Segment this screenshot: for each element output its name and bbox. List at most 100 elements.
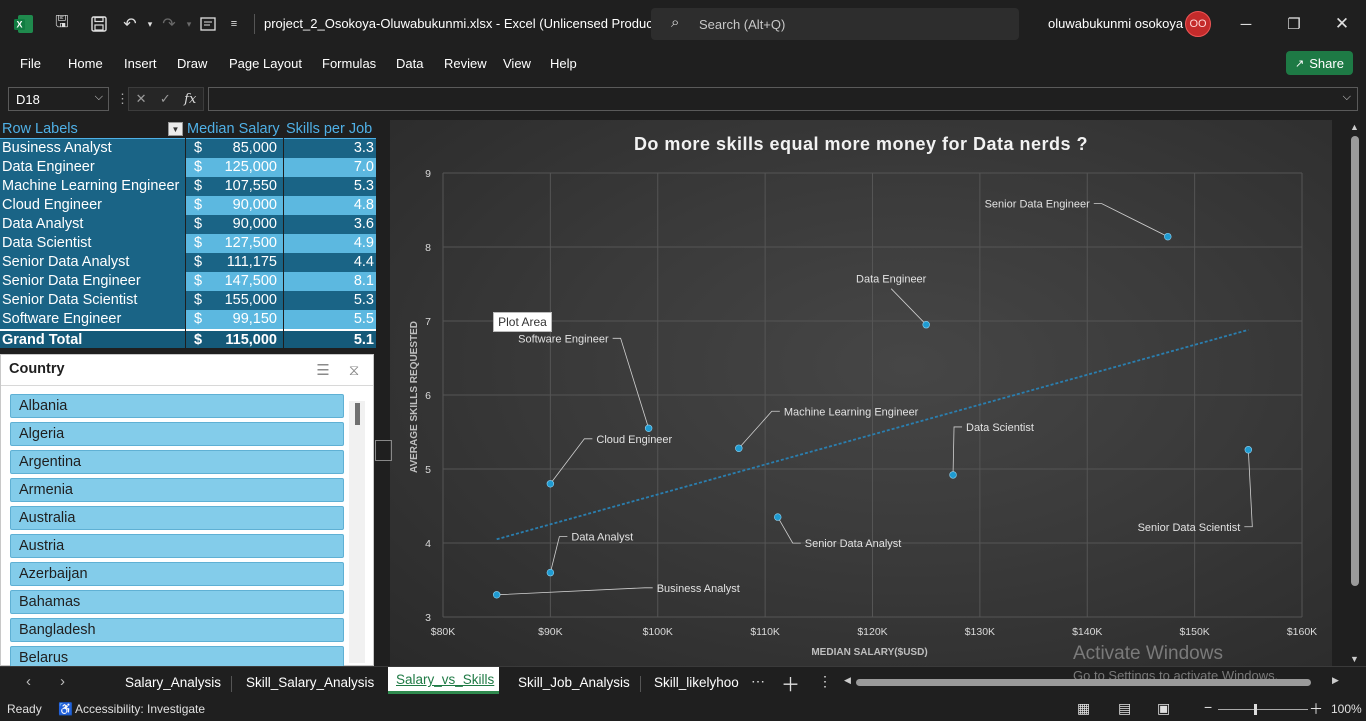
- data-point[interactable]: [644, 424, 653, 432]
- pivot-row[interactable]: Senior Data Analyst $111,175 4.4: [0, 253, 376, 272]
- pivot-row[interactable]: Senior Data Scientist $155,000 5.3: [0, 291, 376, 310]
- sheet-options-icon[interactable]: ⋮: [818, 673, 832, 690]
- slicer-scrollbar[interactable]: [349, 401, 365, 663]
- search-box[interactable]: ⌕ Search (Alt+Q): [651, 8, 1019, 40]
- data-label[interactable]: Senior Data Analyst: [805, 538, 902, 550]
- page-break-view-icon[interactable]: ▣: [1157, 700, 1170, 717]
- vertical-scrollbar[interactable]: ▲ ▼: [1346, 120, 1364, 666]
- header-median-salary[interactable]: Median Salary: [186, 120, 283, 139]
- pivot-row[interactable]: Senior Data Engineer $147,500 8.1: [0, 272, 376, 291]
- formula-input[interactable]: ⌵: [208, 87, 1358, 111]
- header-skills-per-job[interactable]: Skills per Job: [284, 120, 376, 139]
- zoom-out-icon[interactable]: −: [1204, 699, 1212, 715]
- filter-dropdown-icon[interactable]: ▼: [168, 122, 183, 136]
- minimize-icon[interactable]: ─: [1232, 10, 1260, 38]
- slicer-item[interactable]: Bahamas: [10, 590, 344, 614]
- menu-draw[interactable]: Draw: [177, 56, 207, 71]
- slicer-item[interactable]: Albania: [10, 394, 344, 418]
- page-layout-view-icon[interactable]: ▤: [1118, 700, 1131, 717]
- data-point[interactable]: [922, 321, 930, 329]
- slicer-item[interactable]: Armenia: [10, 478, 344, 502]
- menu-data[interactable]: Data: [396, 56, 423, 71]
- pivot-row[interactable]: Cloud Engineer $90,000 4.8: [0, 196, 376, 215]
- data-point[interactable]: [546, 568, 555, 577]
- next-sheet-icon[interactable]: ›: [60, 673, 65, 690]
- worksheet[interactable]: Row Labels ▼ Median Salary Skills per Job…: [0, 118, 1366, 670]
- menu-insert[interactable]: Insert: [124, 56, 157, 71]
- scroll-right-icon[interactable]: ▶: [1332, 675, 1339, 686]
- pivot-row[interactable]: Data Engineer $125,000 7.0: [0, 158, 376, 177]
- slicer-item[interactable]: Bangladesh: [10, 618, 344, 642]
- data-label[interactable]: Software Engineer: [518, 333, 609, 345]
- data-point[interactable]: [1244, 446, 1253, 454]
- menu-review[interactable]: Review: [444, 56, 487, 71]
- multi-select-icon[interactable]: ☰: [313, 360, 333, 380]
- zoom-level[interactable]: 100%: [1331, 702, 1362, 716]
- clear-filter-icon[interactable]: ⧖: [344, 360, 364, 380]
- close-icon[interactable]: ✕: [1328, 10, 1356, 38]
- data-label[interactable]: Machine Learning Engineer: [784, 406, 919, 418]
- country-slicer[interactable]: Country ☰ ⧖ Albania Algeria Argentina Armen…: [0, 354, 374, 670]
- zoom-slider[interactable]: [1218, 704, 1308, 715]
- pivot-row[interactable]: Data Scientist $127,500 4.9: [0, 234, 376, 253]
- customize-qat-icon[interactable]: ≡: [222, 12, 246, 36]
- menu-page-layout[interactable]: Page Layout: [229, 56, 302, 71]
- menu-file[interactable]: File: [20, 56, 41, 71]
- zoom-slider-thumb[interactable]: [1254, 704, 1257, 715]
- prev-sheet-icon[interactable]: ‹: [26, 673, 31, 690]
- tab-skill-salary-analysis[interactable]: Skill_Salary_Analysis: [246, 675, 374, 690]
- share-button[interactable]: ↗ Share: [1286, 51, 1353, 75]
- menu-view[interactable]: View: [503, 56, 531, 71]
- more-sheets-icon[interactable]: ⋯: [751, 673, 765, 690]
- expand-formula-bar-icon[interactable]: ⌵: [1343, 91, 1351, 104]
- restore-icon[interactable]: ❐: [1280, 10, 1308, 38]
- slicer-item[interactable]: Austria: [10, 534, 344, 558]
- add-sheet-icon[interactable]: ＋: [781, 670, 800, 697]
- tab-skill-job-analysis[interactable]: Skill_Job_Analysis: [518, 675, 630, 690]
- form-icon[interactable]: [196, 12, 220, 36]
- slicer-item[interactable]: Algeria: [10, 422, 344, 446]
- data-point[interactable]: [735, 444, 743, 452]
- grand-total-row[interactable]: Grand Total $115,000 5.1: [0, 329, 376, 348]
- name-box[interactable]: D18 ⌵: [8, 87, 109, 111]
- user-name[interactable]: oluwabukunmi osokoya: [1048, 16, 1183, 31]
- data-point[interactable]: [1164, 232, 1172, 241]
- normal-view-icon[interactable]: ▦: [1077, 700, 1090, 717]
- scroll-down-icon[interactable]: ▼: [1350, 654, 1359, 664]
- avatar[interactable]: OO: [1185, 11, 1211, 37]
- data-label[interactable]: Data Scientist: [966, 422, 1034, 434]
- data-point[interactable]: [949, 471, 957, 479]
- data-point[interactable]: [492, 591, 501, 599]
- header-row-labels[interactable]: Row Labels ▼: [0, 120, 185, 139]
- menu-home[interactable]: Home: [68, 56, 103, 71]
- autosave-icon[interactable]: 🖫: [50, 12, 74, 36]
- data-label[interactable]: Cloud Engineer: [596, 434, 672, 446]
- pivot-row[interactable]: Data Analyst $90,000 3.6: [0, 215, 376, 234]
- data-label[interactable]: Senior Data Engineer: [985, 199, 1091, 211]
- data-point[interactable]: [546, 480, 555, 488]
- menu-formulas[interactable]: Formulas: [322, 56, 376, 71]
- data-label[interactable]: Business Analyst: [657, 583, 740, 595]
- tab-salary-analysis[interactable]: Salary_Analysis: [125, 675, 221, 690]
- slicer-item[interactable]: Argentina: [10, 450, 344, 474]
- chart-plot[interactable]: $80K $90K $100K $110K $120K $130K $140K $150K $1…: [390, 120, 1332, 666]
- x-axis-title[interactable]: MEDIAN SALARY($USD): [811, 647, 927, 658]
- slicer-scroll-thumb[interactable]: [355, 403, 360, 425]
- chevron-down-icon[interactable]: ⌵: [95, 91, 103, 104]
- scroll-left-icon[interactable]: ◀: [844, 675, 851, 686]
- save-icon[interactable]: [87, 12, 111, 36]
- pivot-row[interactable]: Machine Learning Engineer $107,550 5.3: [0, 177, 376, 196]
- vertical-scroll-thumb[interactable]: [1351, 136, 1359, 586]
- zoom-in-icon[interactable]: ＋: [1309, 699, 1323, 719]
- slicer-item[interactable]: Azerbaijan: [10, 562, 344, 586]
- pivot-row[interactable]: Business Analyst $85,000 3.3: [0, 139, 376, 158]
- data-label[interactable]: Data Analyst: [571, 532, 633, 544]
- data-point[interactable]: [774, 513, 782, 521]
- tab-skill-likelyhood[interactable]: Skill_likelyhoo: [654, 675, 742, 690]
- accessibility-status[interactable]: Accessibility: Investigate: [75, 702, 205, 716]
- scroll-up-icon[interactable]: ▲: [1350, 122, 1359, 132]
- y-axis-title[interactable]: AVERAGE SKILLS REQUESTED: [409, 321, 420, 473]
- scatter-chart[interactable]: Do more skills equal more money for Data…: [390, 120, 1332, 666]
- menu-help[interactable]: Help: [550, 56, 577, 71]
- insert-function-icon[interactable]: fx: [184, 92, 196, 107]
